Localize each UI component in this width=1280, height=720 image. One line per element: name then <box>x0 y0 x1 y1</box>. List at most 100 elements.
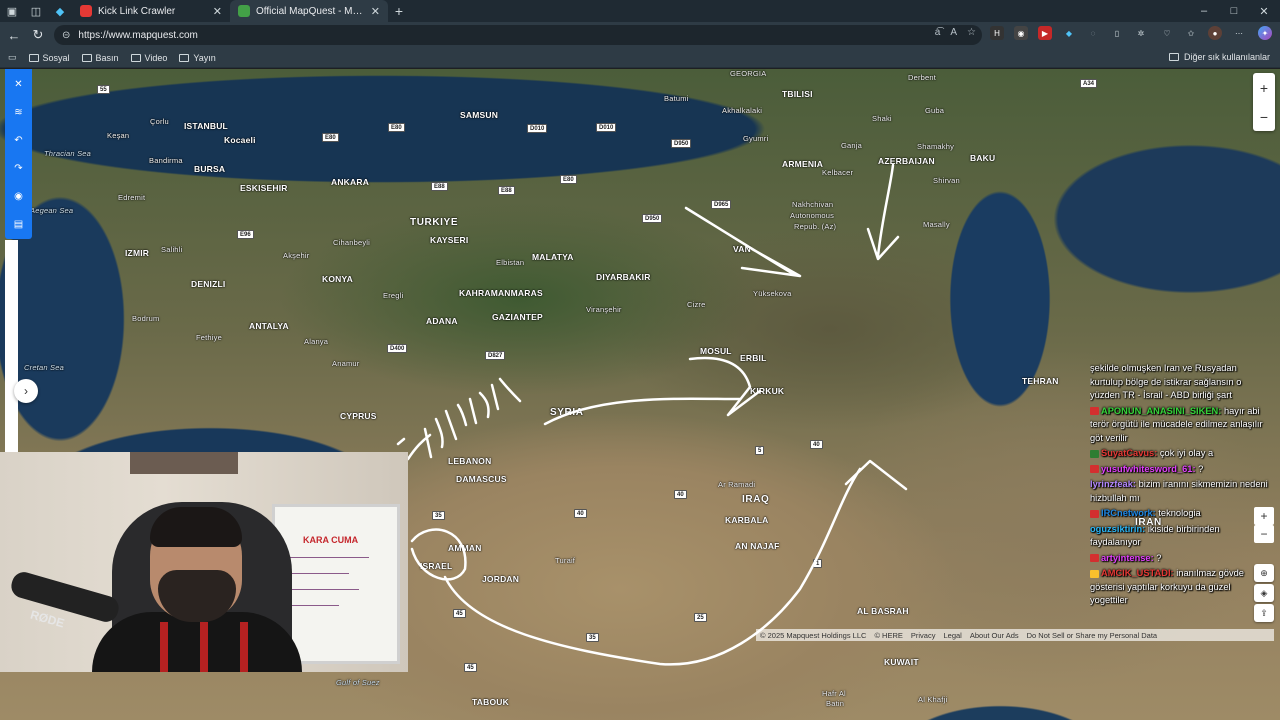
legal-link[interactable]: Legal <box>943 631 961 640</box>
tab-kick-link-crawler[interactable]: Kick Link Crawler ✕ <box>72 0 230 22</box>
map-label: Keşan <box>107 131 130 140</box>
chat-message: oguzsiktirin: ikiside birbirinden faydal… <box>1090 523 1270 550</box>
map-label: Eregli <box>383 291 404 300</box>
tab-actions-icon[interactable]: ◫ <box>24 0 48 22</box>
chat-username[interactable]: SuyatCavus: <box>1101 448 1160 458</box>
chat-text: teknologia <box>1158 508 1201 518</box>
map-label: Bodrum <box>132 314 160 323</box>
whiteboard-line <box>289 605 339 606</box>
map-label: Derbent <box>908 73 937 82</box>
drawn-arrow-azerbaijan <box>866 163 900 261</box>
new-tab-button[interactable]: + <box>388 0 410 22</box>
redo-icon[interactable]: ↷ <box>5 157 32 179</box>
read-aloud-icon[interactable]: A <box>950 27 957 38</box>
undo-icon[interactable]: ↶ <box>5 129 32 151</box>
extensions-icon[interactable]: ✲ <box>1134 26 1148 40</box>
map-label: Salihli <box>161 245 183 254</box>
close-panel-icon[interactable]: ✕ <box>5 73 32 95</box>
map-label: JORDAN <box>482 574 520 584</box>
extension-icon[interactable]: ◉ <box>1014 26 1028 40</box>
map-label: AZERBAIJAN <box>878 156 935 166</box>
extension-icon[interactable]: ▶ <box>1038 26 1052 40</box>
favorite-star-icon[interactable]: ☆ <box>967 27 976 38</box>
whiteboard-line <box>289 573 349 574</box>
map-label: KUWAIT <box>884 657 919 667</box>
translate-icon[interactable]: a͡ <box>935 27 941 38</box>
chat-username[interactable]: lyrinzfeak: <box>1090 479 1139 489</box>
road-shield: 40 <box>674 490 687 499</box>
other-favorites[interactable]: Diğer sık kullanılanlar <box>1168 52 1270 62</box>
profile-avatar[interactable]: ● <box>1208 26 1222 40</box>
bookmark-folder-sosyal[interactable]: Sosyal <box>28 53 70 63</box>
chat-username[interactable]: IRCnetwork: <box>1101 508 1158 518</box>
chat-message: SuyatCavus: çok iyi olay a <box>1090 447 1270 461</box>
bookmark-folder-basin[interactable]: Basın <box>81 53 119 63</box>
url-text[interactable]: https://www.mapquest.com <box>78 30 198 41</box>
map-label: Guba <box>925 106 945 115</box>
tab-mapquest[interactable]: Official MapQuest - Maps, D ✕ <box>230 0 388 22</box>
chat-badge-icon <box>1090 569 1099 578</box>
zoom-in-top-button[interactable]: + <box>1253 73 1275 102</box>
close-tab-icon[interactable]: ✕ <box>213 5 222 18</box>
about-ads-link[interactable]: About Our Ads <box>970 631 1019 640</box>
close-window-button[interactable]: ✕ <box>1248 0 1280 22</box>
map-label: GEORGIA <box>730 69 767 78</box>
road-shield: 45 <box>453 609 466 618</box>
zoom-out-top-button[interactable]: − <box>1253 102 1275 131</box>
chat-username[interactable]: yusufwhitesword_61: <box>1101 464 1198 474</box>
map-label: ISTANBUL <box>184 121 228 131</box>
bookmark-folder-video[interactable]: Video <box>130 53 167 63</box>
print-icon[interactable]: ▤ <box>5 213 32 235</box>
extension-icon[interactable]: H <box>990 26 1004 40</box>
privacy-link[interactable]: Privacy <box>911 631 936 640</box>
map-label: Anamur <box>332 359 360 368</box>
browser-essentials-icon[interactable]: ♡ <box>1160 26 1174 40</box>
maximize-button[interactable]: □ <box>1218 0 1250 22</box>
map-label: Kelbacer <box>822 168 854 177</box>
chat-text: ? <box>1198 463 1204 474</box>
map-label: TABOUK <box>472 697 509 707</box>
close-tab-icon[interactable]: ✕ <box>371 5 380 18</box>
more-menu-icon[interactable]: ⋯ <box>1232 26 1246 40</box>
streamer-hair <box>150 507 242 547</box>
chat-username[interactable]: AMCIK_USTADI: <box>1101 568 1176 578</box>
extension-icon[interactable]: ◌ <box>1086 26 1100 40</box>
map-label: TURKIYE <box>410 217 459 228</box>
pinned-tab-icon[interactable]: ◆ <box>48 0 72 22</box>
map-label: TBILISI <box>782 89 813 99</box>
chat-badge-icon <box>1090 407 1099 416</box>
map-label: ESKISEHIR <box>240 183 288 193</box>
chat-username[interactable]: oguzsiktirin: <box>1090 524 1148 534</box>
map-label: Aegean Sea <box>30 206 74 215</box>
workspaces-icon[interactable]: ▣ <box>0 0 24 22</box>
chat-username[interactable]: artyintense: <box>1101 553 1156 563</box>
favorites-icon[interactable]: ✩ <box>1184 26 1198 40</box>
map-label: KAYSERI <box>430 235 469 245</box>
map-label: DAMASCUS <box>456 474 507 484</box>
folder-icon <box>28 53 39 62</box>
directions-icon[interactable]: ≋ <box>5 101 32 123</box>
mic-brand-logo: RØDE <box>28 607 66 631</box>
map-label: Gulf of Suez <box>336 678 380 687</box>
reload-button[interactable]: ↻ <box>26 22 50 48</box>
minimize-button[interactable]: – <box>1188 0 1220 22</box>
copilot-icon[interactable]: ✦ <box>1258 26 1272 40</box>
back-button[interactable]: ← <box>2 22 26 48</box>
map-label: Cihanbeyli <box>333 238 371 247</box>
road-shield: E80 <box>322 133 339 142</box>
map-label: KARBALA <box>725 515 769 525</box>
address-bar[interactable]: ⊝ https://www.mapquest.com a͡ A ☆ <box>54 25 982 45</box>
expand-panel-button[interactable]: › <box>14 379 38 403</box>
split-screen-icon[interactable]: ▯ <box>1110 26 1124 40</box>
bookmarks-bar: ▭ Sosyal Basın Video Yayın Diğer sık kul… <box>0 48 1280 68</box>
camera-icon[interactable]: ◉ <box>5 185 32 207</box>
chat-username[interactable]: APONUN_ANASINI_SIKEN: <box>1101 406 1224 416</box>
chat-text: şekilde olmuşken Iran ve Rusyadan kurtul… <box>1090 363 1242 400</box>
bookmark-folder-yayin[interactable]: Yayın <box>179 53 216 63</box>
map-label: ADANA <box>426 316 458 326</box>
tab-list-icon[interactable]: ▭ <box>8 52 17 63</box>
road-shield: E80 <box>560 175 577 184</box>
extension-icon[interactable]: ◆ <box>1062 26 1076 40</box>
webcam-overlay: KARA CUMA RØDE <box>0 452 408 672</box>
map-label: BAKU <box>970 153 996 163</box>
